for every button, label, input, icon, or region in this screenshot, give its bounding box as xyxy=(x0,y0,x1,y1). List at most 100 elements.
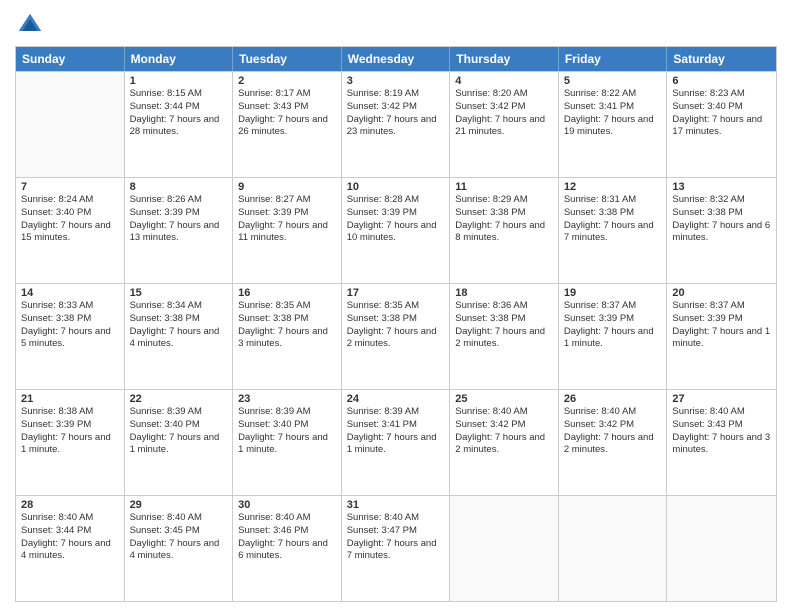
calendar-cell xyxy=(667,496,776,601)
day-number: 3 xyxy=(347,75,445,87)
calendar-cell: 12Sunrise: 8:31 AMSunset: 3:38 PMDayligh… xyxy=(559,178,668,283)
day-number: 6 xyxy=(672,75,771,87)
calendar-row: 21Sunrise: 8:38 AMSunset: 3:39 PMDayligh… xyxy=(16,389,776,495)
calendar-cell: 4Sunrise: 8:20 AMSunset: 3:42 PMDaylight… xyxy=(450,72,559,177)
day-info: Sunrise: 8:39 AMSunset: 3:40 PMDaylight:… xyxy=(238,406,336,457)
day-info: Sunrise: 8:37 AMSunset: 3:39 PMDaylight:… xyxy=(564,300,662,351)
day-info: Sunrise: 8:40 AMSunset: 3:45 PMDaylight:… xyxy=(130,512,228,563)
calendar-header: SundayMondayTuesdayWednesdayThursdayFrid… xyxy=(16,47,776,71)
day-number: 28 xyxy=(21,499,119,511)
calendar-cell xyxy=(16,72,125,177)
day-info: Sunrise: 8:36 AMSunset: 3:38 PMDaylight:… xyxy=(455,300,553,351)
calendar-cell xyxy=(450,496,559,601)
calendar-row: 7Sunrise: 8:24 AMSunset: 3:40 PMDaylight… xyxy=(16,177,776,283)
calendar-cell: 27Sunrise: 8:40 AMSunset: 3:43 PMDayligh… xyxy=(667,390,776,495)
calendar-cell: 11Sunrise: 8:29 AMSunset: 3:38 PMDayligh… xyxy=(450,178,559,283)
calendar-body: 1Sunrise: 8:15 AMSunset: 3:44 PMDaylight… xyxy=(16,71,776,601)
day-info: Sunrise: 8:37 AMSunset: 3:39 PMDaylight:… xyxy=(672,300,771,351)
day-info: Sunrise: 8:22 AMSunset: 3:41 PMDaylight:… xyxy=(564,88,662,139)
calendar: SundayMondayTuesdayWednesdayThursdayFrid… xyxy=(15,46,777,602)
calendar-cell: 9Sunrise: 8:27 AMSunset: 3:39 PMDaylight… xyxy=(233,178,342,283)
calendar-cell: 16Sunrise: 8:35 AMSunset: 3:38 PMDayligh… xyxy=(233,284,342,389)
day-info: Sunrise: 8:35 AMSunset: 3:38 PMDaylight:… xyxy=(347,300,445,351)
day-number: 26 xyxy=(564,393,662,405)
calendar-cell: 6Sunrise: 8:23 AMSunset: 3:40 PMDaylight… xyxy=(667,72,776,177)
day-info: Sunrise: 8:40 AMSunset: 3:44 PMDaylight:… xyxy=(21,512,119,563)
calendar-cell: 8Sunrise: 8:26 AMSunset: 3:39 PMDaylight… xyxy=(125,178,234,283)
calendar-cell: 25Sunrise: 8:40 AMSunset: 3:42 PMDayligh… xyxy=(450,390,559,495)
day-info: Sunrise: 8:28 AMSunset: 3:39 PMDaylight:… xyxy=(347,194,445,245)
calendar-cell: 1Sunrise: 8:15 AMSunset: 3:44 PMDaylight… xyxy=(125,72,234,177)
day-info: Sunrise: 8:27 AMSunset: 3:39 PMDaylight:… xyxy=(238,194,336,245)
weekday-header: Saturday xyxy=(667,47,776,71)
day-number: 29 xyxy=(130,499,228,511)
logo-icon xyxy=(15,10,45,40)
calendar-cell: 18Sunrise: 8:36 AMSunset: 3:38 PMDayligh… xyxy=(450,284,559,389)
day-info: Sunrise: 8:29 AMSunset: 3:38 PMDaylight:… xyxy=(455,194,553,245)
calendar-cell: 10Sunrise: 8:28 AMSunset: 3:39 PMDayligh… xyxy=(342,178,451,283)
day-info: Sunrise: 8:39 AMSunset: 3:40 PMDaylight:… xyxy=(130,406,228,457)
calendar-cell xyxy=(559,496,668,601)
weekday-header: Friday xyxy=(559,47,668,71)
calendar-row: 28Sunrise: 8:40 AMSunset: 3:44 PMDayligh… xyxy=(16,495,776,601)
day-number: 17 xyxy=(347,287,445,299)
calendar-cell: 30Sunrise: 8:40 AMSunset: 3:46 PMDayligh… xyxy=(233,496,342,601)
day-number: 18 xyxy=(455,287,553,299)
day-info: Sunrise: 8:33 AMSunset: 3:38 PMDaylight:… xyxy=(21,300,119,351)
calendar-row: 1Sunrise: 8:15 AMSunset: 3:44 PMDaylight… xyxy=(16,71,776,177)
day-number: 31 xyxy=(347,499,445,511)
day-number: 30 xyxy=(238,499,336,511)
day-info: Sunrise: 8:38 AMSunset: 3:39 PMDaylight:… xyxy=(21,406,119,457)
calendar-cell: 3Sunrise: 8:19 AMSunset: 3:42 PMDaylight… xyxy=(342,72,451,177)
day-number: 5 xyxy=(564,75,662,87)
calendar-cell: 28Sunrise: 8:40 AMSunset: 3:44 PMDayligh… xyxy=(16,496,125,601)
day-number: 16 xyxy=(238,287,336,299)
day-info: Sunrise: 8:19 AMSunset: 3:42 PMDaylight:… xyxy=(347,88,445,139)
day-info: Sunrise: 8:40 AMSunset: 3:46 PMDaylight:… xyxy=(238,512,336,563)
day-info: Sunrise: 8:40 AMSunset: 3:42 PMDaylight:… xyxy=(455,406,553,457)
day-number: 19 xyxy=(564,287,662,299)
day-number: 12 xyxy=(564,181,662,193)
day-number: 15 xyxy=(130,287,228,299)
day-number: 10 xyxy=(347,181,445,193)
day-info: Sunrise: 8:40 AMSunset: 3:42 PMDaylight:… xyxy=(564,406,662,457)
day-number: 14 xyxy=(21,287,119,299)
day-info: Sunrise: 8:35 AMSunset: 3:38 PMDaylight:… xyxy=(238,300,336,351)
calendar-cell: 23Sunrise: 8:39 AMSunset: 3:40 PMDayligh… xyxy=(233,390,342,495)
page: SundayMondayTuesdayWednesdayThursdayFrid… xyxy=(0,0,792,612)
header xyxy=(15,10,777,40)
calendar-cell: 2Sunrise: 8:17 AMSunset: 3:43 PMDaylight… xyxy=(233,72,342,177)
day-number: 22 xyxy=(130,393,228,405)
day-info: Sunrise: 8:24 AMSunset: 3:40 PMDaylight:… xyxy=(21,194,119,245)
day-info: Sunrise: 8:26 AMSunset: 3:39 PMDaylight:… xyxy=(130,194,228,245)
day-number: 21 xyxy=(21,393,119,405)
day-number: 4 xyxy=(455,75,553,87)
weekday-header: Monday xyxy=(125,47,234,71)
day-info: Sunrise: 8:15 AMSunset: 3:44 PMDaylight:… xyxy=(130,88,228,139)
day-number: 9 xyxy=(238,181,336,193)
day-info: Sunrise: 8:31 AMSunset: 3:38 PMDaylight:… xyxy=(564,194,662,245)
calendar-cell: 21Sunrise: 8:38 AMSunset: 3:39 PMDayligh… xyxy=(16,390,125,495)
logo xyxy=(15,10,49,40)
day-number: 25 xyxy=(455,393,553,405)
day-number: 27 xyxy=(672,393,771,405)
day-info: Sunrise: 8:17 AMSunset: 3:43 PMDaylight:… xyxy=(238,88,336,139)
day-number: 8 xyxy=(130,181,228,193)
calendar-cell: 14Sunrise: 8:33 AMSunset: 3:38 PMDayligh… xyxy=(16,284,125,389)
day-number: 23 xyxy=(238,393,336,405)
weekday-header: Wednesday xyxy=(342,47,451,71)
calendar-cell: 19Sunrise: 8:37 AMSunset: 3:39 PMDayligh… xyxy=(559,284,668,389)
day-number: 7 xyxy=(21,181,119,193)
calendar-cell: 13Sunrise: 8:32 AMSunset: 3:38 PMDayligh… xyxy=(667,178,776,283)
calendar-cell: 15Sunrise: 8:34 AMSunset: 3:38 PMDayligh… xyxy=(125,284,234,389)
calendar-cell: 7Sunrise: 8:24 AMSunset: 3:40 PMDaylight… xyxy=(16,178,125,283)
weekday-header: Sunday xyxy=(16,47,125,71)
calendar-cell: 29Sunrise: 8:40 AMSunset: 3:45 PMDayligh… xyxy=(125,496,234,601)
calendar-row: 14Sunrise: 8:33 AMSunset: 3:38 PMDayligh… xyxy=(16,283,776,389)
calendar-cell: 26Sunrise: 8:40 AMSunset: 3:42 PMDayligh… xyxy=(559,390,668,495)
day-number: 13 xyxy=(672,181,771,193)
calendar-cell: 20Sunrise: 8:37 AMSunset: 3:39 PMDayligh… xyxy=(667,284,776,389)
day-info: Sunrise: 8:34 AMSunset: 3:38 PMDaylight:… xyxy=(130,300,228,351)
day-info: Sunrise: 8:40 AMSunset: 3:43 PMDaylight:… xyxy=(672,406,771,457)
day-number: 24 xyxy=(347,393,445,405)
